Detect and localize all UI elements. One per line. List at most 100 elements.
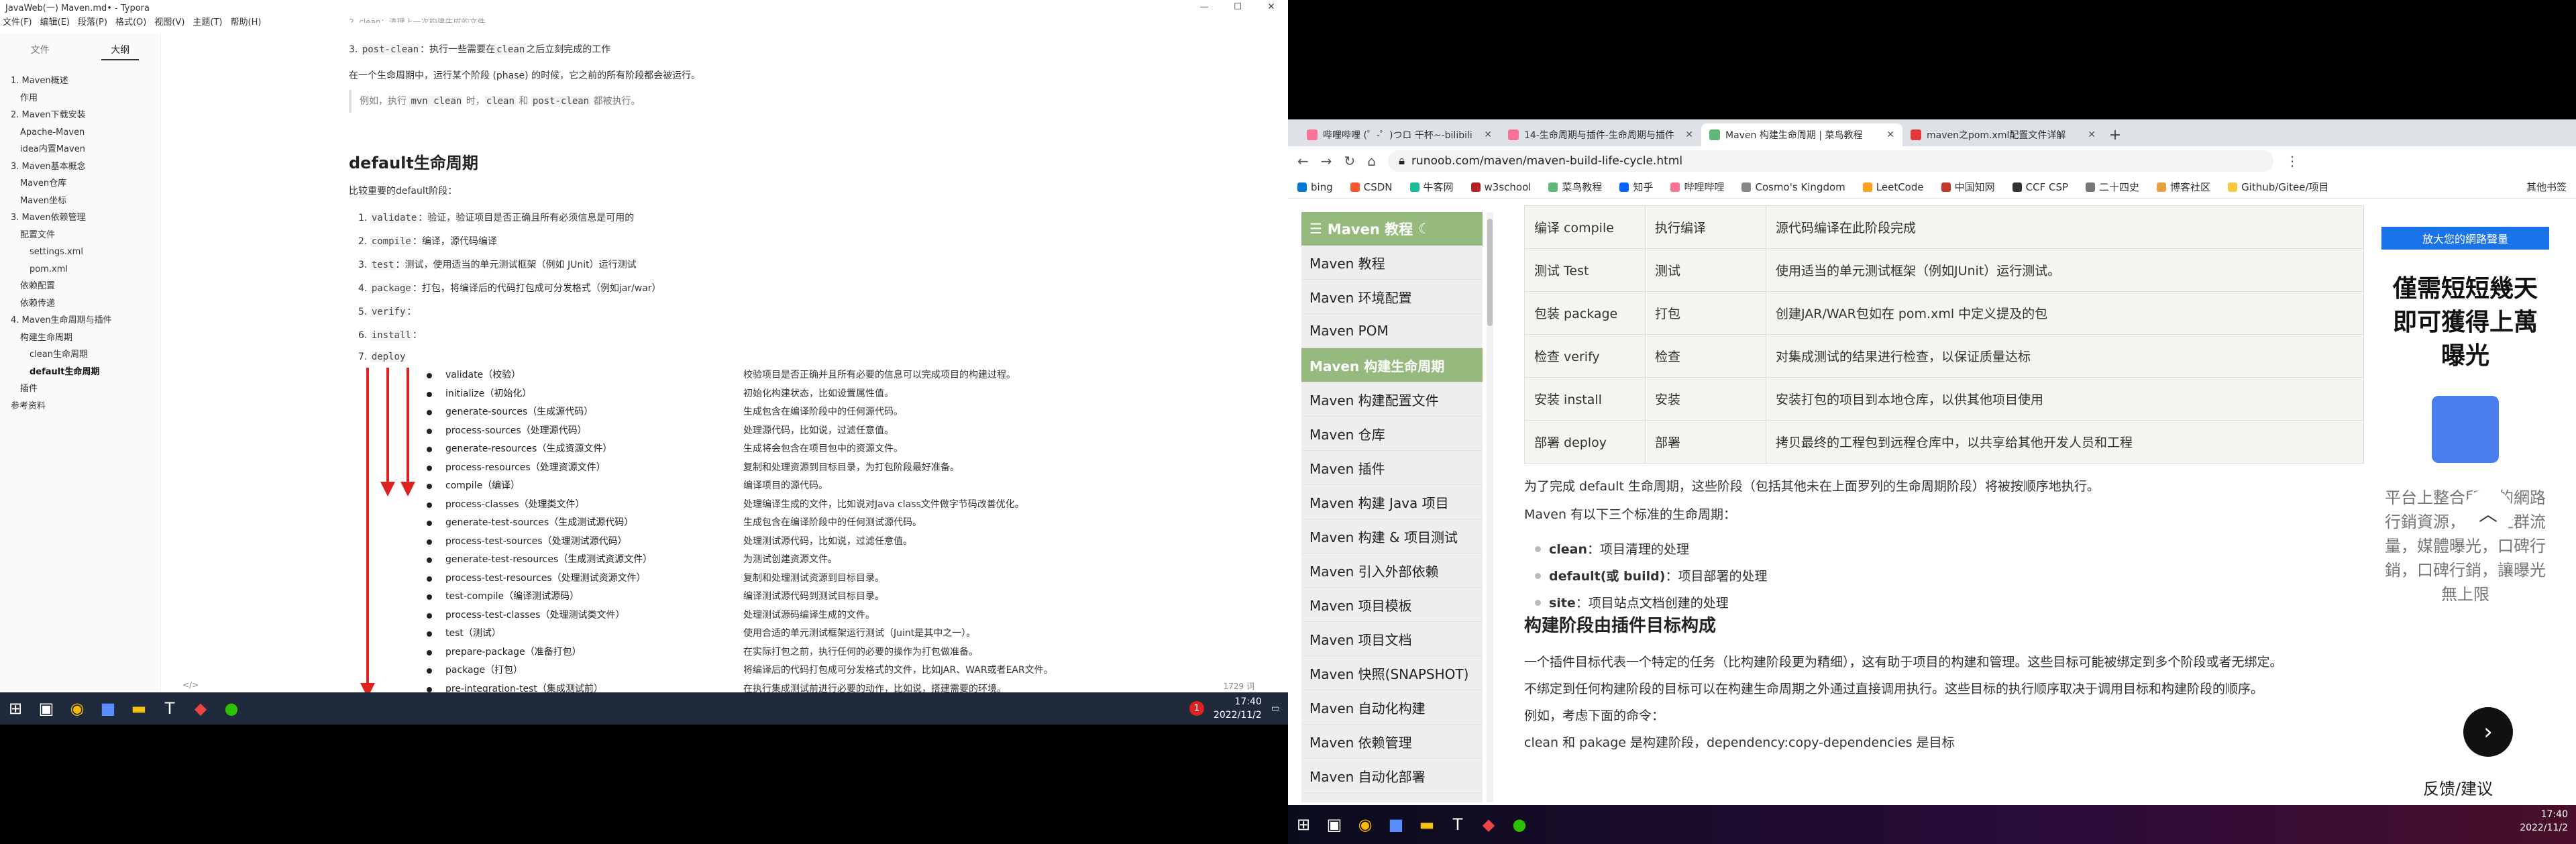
outline-item[interactable]: 3. Maven基本概念 [0, 158, 160, 176]
minimize-button[interactable]: — [1187, 0, 1221, 13]
new-tab-button[interactable]: + [2104, 123, 2127, 146]
bookmark[interactable]: 中国知网 [1941, 180, 1995, 194]
sidebar-item[interactable]: Maven 快照(SNAPSHOT) [1301, 656, 1483, 690]
outline-item[interactable]: 配置文件 [0, 227, 160, 244]
extension-icon[interactable]: ⋮ [2286, 153, 2299, 169]
menu-item[interactable]: 视图(V) [154, 15, 184, 28]
sidebar-item[interactable]: Maven 构建 Java 项目 [1301, 485, 1483, 519]
outline-item[interactable]: 1. Maven概述 [0, 72, 160, 90]
bookmark[interactable]: 知乎 [1619, 180, 1653, 194]
clock[interactable]: 17:40 2022/11/2 [2520, 808, 2568, 835]
maximize-button[interactable]: ☐ [1221, 0, 1254, 13]
sidebar-item[interactable]: Maven 项目文档 [1301, 622, 1483, 656]
chrome-icon[interactable]: ◉ [1350, 808, 1381, 841]
forward-icon[interactable]: → [1321, 153, 1332, 169]
notification-badge[interactable]: 1 [1189, 701, 1204, 716]
menu-item[interactable]: 文件(F) [3, 15, 32, 28]
chrome-icon[interactable]: ◉ [62, 692, 93, 725]
tab-close-icon[interactable]: ✕ [1886, 129, 1894, 140]
menu-item[interactable]: 格式(O) [115, 15, 146, 28]
browser-tab[interactable]: 哔哩哔哩 (゜-゜)つロ 干杯~-bilibili ✕ [1299, 123, 1500, 146]
outline-item[interactable]: default生命周期 [0, 364, 160, 381]
other-bookmarks[interactable]: 其他书签 [2526, 180, 2567, 194]
bookmark[interactable]: 哔哩哔哩 [1670, 180, 1724, 194]
outline-item[interactable]: 3. Maven依赖管理 [0, 209, 160, 227]
sidebar-item[interactable]: Maven 仓库 [1301, 417, 1483, 451]
wechat-icon[interactable]: ● [1504, 808, 1535, 841]
outline-item[interactable]: 依赖传递 [0, 295, 160, 313]
back-to-top-icon[interactable]: ︿ [2463, 488, 2513, 538]
sidebar-item[interactable]: Maven POM [1301, 314, 1483, 348]
windows-start-icon[interactable]: ⊞ [1288, 808, 1319, 841]
menu-item[interactable]: 段落(P) [78, 15, 107, 28]
bookmark[interactable]: 牛客网 [1409, 180, 1454, 194]
outline-item[interactable]: Maven仓库 [0, 175, 160, 193]
outline-item[interactable]: 作用 [0, 90, 160, 107]
tab-outline[interactable]: 大纲 [101, 40, 140, 60]
typora-icon[interactable]: T [1442, 808, 1473, 841]
bookmark[interactable]: CCF CSP [2012, 181, 2068, 193]
bookmark[interactable]: bing [1297, 181, 1333, 193]
bookmark[interactable]: LeetCode [1862, 181, 1924, 193]
sidebar-item[interactable]: Maven 环境配置 [1301, 280, 1483, 314]
browser-tab[interactable]: 14-生命周期与插件-生命周期与插件 ✕ [1500, 123, 1701, 146]
close-button[interactable]: ✕ [1254, 0, 1288, 13]
bookmark[interactable]: CSDN [1350, 181, 1393, 193]
browser-tab[interactable]: Maven 构建生命周期 | 菜鸟教程 ✕ [1701, 123, 1902, 146]
menu-item[interactable]: 帮助(H) [231, 15, 262, 28]
sidebar-item[interactable]: Maven 项目模板 [1301, 588, 1483, 622]
outline-item[interactable]: idea内置Maven [0, 141, 160, 158]
bookmark[interactable]: Cosmo's Kingdom [1741, 181, 1845, 193]
browser-tab[interactable]: maven之pom.xml配置文件详解 ✕ [1902, 123, 2104, 146]
back-icon[interactable]: </> [182, 680, 199, 690]
bookmark[interactable]: 二十四史 [2086, 180, 2139, 194]
moon-icon[interactable]: ☾ [1418, 221, 1431, 237]
outline-item[interactable]: 4. Maven生命周期与插件 [0, 312, 160, 329]
notification-icon[interactable]: ▭ [1271, 703, 1280, 714]
sidebar-item[interactable]: Maven 构建 & 项目测试 [1301, 519, 1483, 553]
outline-item[interactable]: pom.xml [0, 261, 160, 278]
app-icon[interactable]: ◆ [185, 692, 216, 725]
task-view-icon[interactable]: ▣ [31, 692, 62, 725]
sidebar-item[interactable]: Maven 构建配置文件 [1301, 382, 1483, 417]
reload-icon[interactable]: ↻ [1344, 153, 1356, 169]
bookmark[interactable]: 菜鸟教程 [1548, 180, 1602, 194]
outline-item[interactable]: 构建生命周期 [0, 329, 160, 347]
wechat-icon[interactable]: ● [216, 692, 247, 725]
feedback-button[interactable]: 反馈/建议 [2415, 773, 2502, 802]
outline-item[interactable]: 2. Maven下载安装 [0, 107, 160, 124]
tab-close-icon[interactable]: ✕ [2088, 129, 2096, 140]
sidebar-item[interactable]: Maven 引入外部依赖 [1301, 553, 1483, 588]
word-count[interactable]: 1729 词 [1224, 680, 1254, 692]
app-icon[interactable]: ◆ [1473, 808, 1504, 841]
back-icon[interactable]: ← [1297, 153, 1309, 169]
menu-item[interactable]: 编辑(E) [40, 15, 70, 28]
outline-item[interactable]: clean生命周期 [0, 346, 160, 364]
outline-item[interactable]: settings.xml [0, 244, 160, 261]
menu-icon[interactable]: ☰ [1309, 221, 1322, 237]
sidebar-item[interactable]: Maven 自动化部署 [1301, 759, 1483, 793]
tab-close-icon[interactable]: ✕ [1484, 129, 1492, 140]
sidebar-item[interactable]: Maven 构建生命周期 [1301, 348, 1483, 382]
sidebar-item[interactable]: Maven 教程 [1301, 246, 1483, 280]
outline-item[interactable]: 参考资料 [0, 398, 160, 415]
clock[interactable]: 17:40 2022/11/2 [1214, 695, 1262, 722]
task-view-icon[interactable]: ▣ [1319, 808, 1350, 841]
sidebar-scrollbar[interactable] [1487, 212, 1493, 802]
bookmark[interactable]: Github/Gitee/项目 [2228, 180, 2329, 194]
explorer-icon[interactable]: ▬ [123, 692, 154, 725]
outline-item[interactable]: Maven坐标 [0, 193, 160, 210]
outline-item[interactable]: 依赖配置 [0, 278, 160, 295]
typora-icon[interactable]: T [154, 692, 185, 725]
app-icon[interactable]: ■ [1381, 808, 1411, 841]
bookmark[interactable]: w3school [1470, 181, 1531, 193]
home-icon[interactable]: ⌂ [1367, 153, 1376, 169]
next-arrow-icon[interactable]: › [2463, 707, 2513, 757]
sidebar-item[interactable]: Maven 插件 [1301, 451, 1483, 485]
bookmark[interactable]: 博客社区 [2157, 180, 2210, 194]
address-bar[interactable]: 🔒︎ runoob.com/maven/maven-build-life-cyc… [1388, 150, 2273, 172]
tab-files[interactable]: 文件 [21, 40, 59, 60]
windows-start-icon[interactable]: ⊞ [0, 692, 31, 725]
explorer-icon[interactable]: ▬ [1411, 808, 1442, 841]
outline-item[interactable]: 插件 [0, 380, 160, 398]
